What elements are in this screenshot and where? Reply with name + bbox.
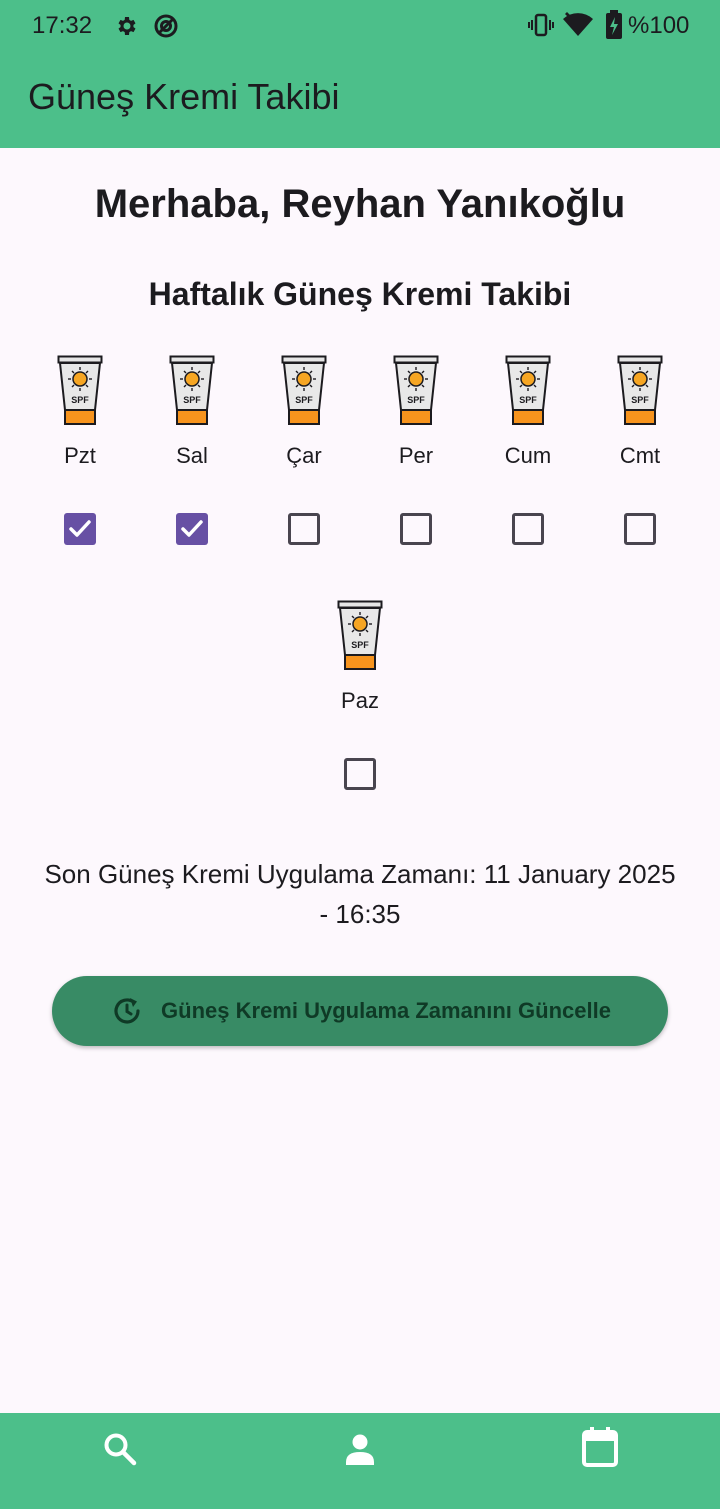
calendar-icon[interactable] bbox=[580, 1425, 620, 1469]
day-item: SPF Cum bbox=[472, 355, 584, 565]
status-time: 17:32 bbox=[32, 12, 93, 39]
greeting: Merhaba, Reyhan Yanıkoğlu bbox=[94, 182, 626, 226]
day-checkbox[interactable] bbox=[176, 513, 208, 545]
day-label: Sal bbox=[176, 443, 208, 468]
status-bar: 17:32 %100 bbox=[0, 0, 720, 52]
sunscreen-tube-icon: SPF bbox=[57, 355, 103, 430]
day-checkbox[interactable] bbox=[288, 513, 320, 545]
search-icon[interactable] bbox=[100, 1429, 140, 1469]
day-item: SPF Çar bbox=[248, 355, 360, 565]
section-title: Haftalık Güneş Kremi Takibi bbox=[148, 276, 572, 312]
day-label: Çar bbox=[286, 443, 322, 468]
sunscreen-tube-icon: SPF bbox=[337, 600, 383, 675]
svg-text:SPF: SPF bbox=[631, 395, 649, 405]
day-label: Cum bbox=[504, 443, 552, 468]
sunscreen-tube-icon: SPF bbox=[505, 355, 551, 430]
day-label: Per bbox=[398, 443, 434, 468]
day-item: SPF Sal bbox=[136, 355, 248, 565]
svg-text:SPF: SPF bbox=[183, 395, 201, 405]
bottom-nav bbox=[0, 1413, 720, 1509]
day-label: Pzt bbox=[64, 443, 96, 468]
day-item: SPF Cmt bbox=[584, 355, 696, 565]
svg-text:SPF: SPF bbox=[295, 395, 313, 405]
sunscreen-tube-icon: SPF bbox=[169, 355, 215, 430]
day-checkbox[interactable] bbox=[344, 758, 376, 790]
sunscreen-tube-icon: SPF bbox=[393, 355, 439, 430]
vibrate-icon bbox=[528, 13, 554, 37]
day-item: SPF Pzt bbox=[24, 355, 136, 565]
update-button-label: Güneş Kremi Uygulama Zamanını Güncelle bbox=[161, 998, 611, 1023]
last-applied-time: Son Güneş Kremi Uygulama Zamanı: 11 Janu… bbox=[44, 859, 676, 929]
data-saver-icon bbox=[154, 14, 178, 38]
refresh-clock-icon bbox=[109, 993, 145, 1029]
app-bar: Güneş Kremi Takibi bbox=[0, 52, 720, 148]
day-checkbox[interactable] bbox=[624, 513, 656, 545]
svg-text:SPF: SPF bbox=[519, 395, 537, 405]
gear-icon bbox=[118, 17, 136, 35]
svg-text:SPF: SPF bbox=[71, 395, 89, 405]
battery-percent: %100 bbox=[628, 12, 690, 39]
svg-text:SPF: SPF bbox=[407, 395, 425, 405]
app-title: Güneş Kremi Takibi bbox=[28, 76, 340, 117]
day-item: SPF Per bbox=[360, 355, 472, 565]
sunscreen-tube-icon: SPF bbox=[617, 355, 663, 430]
person-icon[interactable] bbox=[340, 1429, 380, 1469]
day-label: Cmt bbox=[619, 443, 661, 468]
wifi-icon bbox=[563, 12, 593, 36]
day-checkbox[interactable] bbox=[64, 513, 96, 545]
day-item: SPF Paz bbox=[304, 600, 416, 810]
update-time-button[interactable]: Güneş Kremi Uygulama Zamanını Güncelle bbox=[52, 976, 668, 1046]
sunscreen-tube-icon: SPF bbox=[281, 355, 327, 430]
battery-charging-icon bbox=[606, 10, 622, 39]
day-checkbox[interactable] bbox=[512, 513, 544, 545]
day-checkbox[interactable] bbox=[400, 513, 432, 545]
svg-text:SPF: SPF bbox=[351, 640, 369, 650]
day-label: Paz bbox=[341, 688, 379, 713]
